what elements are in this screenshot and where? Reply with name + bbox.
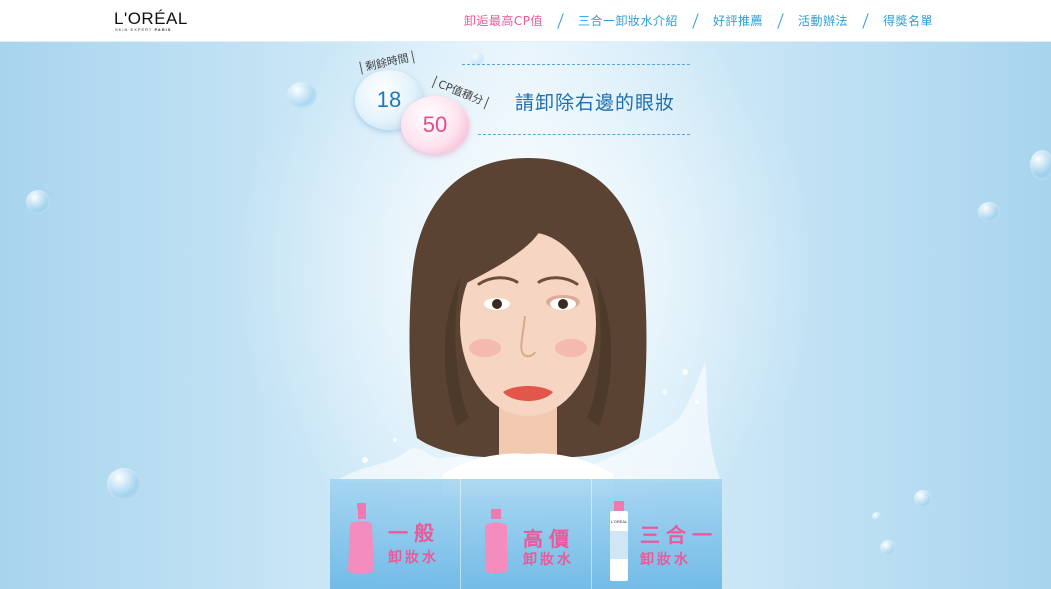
water-splash xyxy=(335,362,721,482)
nav-item-cp-value[interactable]: 卸逅最高CP值 xyxy=(464,12,543,29)
logo-wordmark: L'ORÉAL xyxy=(114,9,188,28)
micellar-water-bottle-icon: L'ORÉAL xyxy=(610,501,628,581)
top-header: L'ORÉAL SKIN EXPERT PARIS 卸逅最高CP值 三合一卸妝水… xyxy=(0,0,1051,42)
main-nav: 卸逅最高CP值 三合一卸妝水介紹 好評推薦 活動辦法 得獎名單 xyxy=(464,12,933,29)
option-subtitle: 卸妝水 xyxy=(388,550,439,566)
option-premium-remover[interactable]: 高價 卸妝水 xyxy=(461,479,592,589)
instruction-text: 請卸除右邊的眼妝 xyxy=(515,92,676,114)
nav-divider xyxy=(862,12,869,29)
instruction-divider-top xyxy=(462,64,690,65)
logo-tagline: SKIN EXPERT PARIS xyxy=(115,27,172,32)
nav-divider xyxy=(557,12,564,29)
option-title: 高價 xyxy=(523,527,575,551)
pink-bottle-icon xyxy=(485,509,507,574)
game-stage: 剩餘時間 18 CP值積分 50 請卸除右邊的眼妝 一般 卸妝水 高價 卸妝水 … xyxy=(0,42,1051,589)
nav-item-winners[interactable]: 得獎名單 xyxy=(883,12,933,29)
option-title: 三合一 xyxy=(640,523,718,547)
option-3in1-remover[interactable]: L'ORÉAL 三合一 卸妝水 xyxy=(592,479,722,589)
nav-item-product-intro[interactable]: 三合一卸妝水介紹 xyxy=(578,12,678,29)
water-droplet xyxy=(914,490,932,508)
nav-item-rules[interactable]: 活動辦法 xyxy=(798,12,848,29)
pink-pump-bottle-icon xyxy=(348,503,374,574)
water-droplet xyxy=(107,468,141,500)
water-droplet xyxy=(880,540,896,556)
water-droplet xyxy=(872,512,882,522)
nav-divider xyxy=(777,12,784,29)
option-title: 一般 xyxy=(388,521,440,545)
loreal-logo[interactable]: L'ORÉAL SKIN EXPERT PARIS xyxy=(114,10,194,32)
cp-score-counter: 50 xyxy=(401,96,469,154)
option-regular-remover[interactable]: 一般 卸妝水 xyxy=(330,479,461,589)
instruction-divider-bottom xyxy=(478,134,690,135)
option-subtitle: 卸妝水 xyxy=(523,552,574,568)
bottle-label-text: L'ORÉAL xyxy=(611,519,628,524)
option-subtitle: 卸妝水 xyxy=(640,552,691,568)
nav-divider xyxy=(692,12,699,29)
water-droplet xyxy=(287,82,317,108)
water-droplet xyxy=(1030,150,1051,180)
product-options-panel: 一般 卸妝水 高價 卸妝水 L'ORÉAL 三合一 卸妝水 xyxy=(330,479,722,589)
nav-item-reviews[interactable]: 好評推薦 xyxy=(713,12,763,29)
water-droplet xyxy=(978,202,1000,222)
water-droplet xyxy=(26,190,50,214)
